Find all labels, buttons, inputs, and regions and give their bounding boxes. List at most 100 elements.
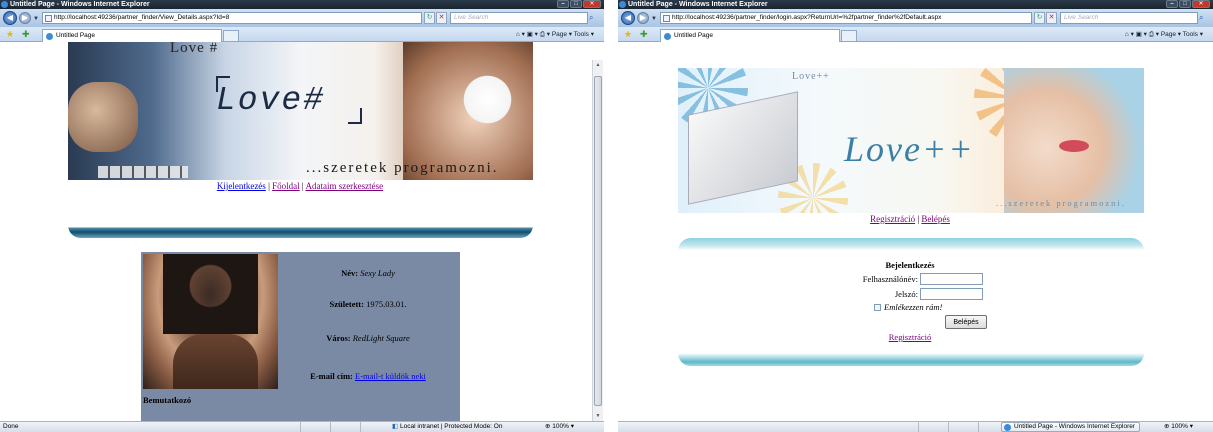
banner-tagline: ...szeretek programozni. — [996, 198, 1126, 208]
print-icon[interactable]: ⎙ ▾ — [1149, 31, 1159, 38]
feeds-icon[interactable]: ▣ ▾ — [527, 31, 538, 38]
address-bar[interactable]: http://localhost:49236/partner_finder/Vi… — [42, 12, 422, 24]
profile-born-row: Született: 1975.03.01. — [278, 299, 458, 309]
zoom-level: 100% — [552, 423, 569, 430]
zoom-dropdown-icon: ▾ — [1189, 423, 1193, 430]
back-button[interactable]: ◀ — [3, 11, 17, 25]
scroll-down-arrow[interactable]: ▼ — [593, 411, 603, 421]
zoom-control[interactable]: ⊕ 100% ▾ — [1164, 422, 1193, 432]
home-link[interactable]: Főoldal — [272, 181, 300, 191]
stop-button[interactable]: ✕ — [436, 12, 447, 24]
search-icon[interactable]: ⌕ — [1199, 13, 1203, 23]
address-bar[interactable]: http://localhost:49236/partner_finder/lo… — [660, 12, 1032, 24]
tab-untitled-page[interactable]: Untitled Page — [660, 29, 840, 42]
add-favorites-icon[interactable]: ✚ — [22, 29, 30, 39]
page-icon — [663, 15, 670, 22]
refresh-button[interactable]: ↻ — [1034, 12, 1045, 24]
zoom-icon: ⊕ — [545, 423, 551, 430]
taskbar-item-label: Untitled Page - Windows Internet Explore… — [1014, 423, 1136, 430]
zone-text: Local intranet | Protected Mode: On — [399, 423, 503, 430]
banner-logo: Love++ — [844, 129, 975, 169]
page-content: Love # Love# ...szeretek programozni. Ki… — [0, 42, 604, 432]
favorites-star-icon[interactable]: ★ — [6, 29, 14, 39]
zoom-icon: ⊕ — [1164, 423, 1170, 430]
page-tools-menu[interactable]: Page ▾ Tools ▾ — [552, 31, 594, 38]
command-bar[interactable]: ⌂ ▾ ▣ ▾ ⎙ ▾ Page ▾ Tools ▾ — [1125, 29, 1203, 40]
intro-heading: Bemutatkozó — [143, 395, 192, 405]
logout-link[interactable]: Kijelentkezés — [217, 181, 266, 191]
status-divider — [330, 422, 331, 432]
status-divider — [948, 422, 949, 432]
command-bar[interactable]: ⌂ ▾ ▣ ▾ ⎙ ▾ Page ▾ Tools ▾ — [516, 29, 594, 40]
page-tools-menu[interactable]: Page ▾ Tools ▾ — [1161, 31, 1203, 38]
banner-logo: Love# — [216, 82, 326, 119]
stop-button[interactable]: ✕ — [1046, 12, 1057, 24]
window-controls: – □ ✕ — [557, 0, 601, 9]
city-value: RedLight Square — [352, 333, 410, 343]
login-button[interactable]: Belépés — [945, 315, 987, 329]
forward-button[interactable]: ▶ — [19, 12, 31, 24]
edit-profile-link[interactable]: Adataim szerkesztése — [305, 181, 383, 191]
intranet-icon: ◧ — [392, 423, 399, 430]
send-email-link[interactable]: E-mail-t küldök neki — [355, 371, 426, 381]
browser-window-view-details: Untitled Page - Windows Internet Explore… — [0, 0, 604, 432]
refresh-button[interactable]: ↻ — [424, 12, 435, 24]
profile-card: Név: Sexy Lady Született: 1975.03.01. Vá… — [141, 252, 460, 432]
favorites-star-icon[interactable]: ★ — [624, 29, 632, 39]
status-bar: Untitled Page - Windows Internet Explore… — [618, 421, 1213, 432]
login-link[interactable]: Belépés — [921, 214, 950, 224]
top-nav-links: Regisztráció | Belépés — [618, 214, 1202, 224]
title-bar[interactable]: Untitled Page - Windows Internet Explore… — [0, 0, 604, 9]
ie-taskbar-icon — [1004, 424, 1011, 431]
history-dropdown-icon[interactable]: ▼ — [33, 16, 39, 22]
print-icon[interactable]: ⎙ ▾ — [540, 31, 550, 38]
register-link[interactable]: Regisztráció — [870, 214, 915, 224]
banner-keyboard-image — [98, 166, 188, 178]
profile-email-row: E-mail cím: E-mail-t küldök neki — [278, 371, 458, 381]
scroll-thumb[interactable] — [594, 76, 602, 406]
photo-top — [173, 334, 258, 389]
scroll-up-arrow[interactable]: ▲ — [593, 60, 603, 70]
ie-icon — [1, 1, 8, 8]
minimize-button[interactable]: – — [557, 0, 569, 8]
city-label: Város: — [326, 333, 351, 343]
banner-tagline: ...szeretek programozni. — [306, 160, 499, 176]
password-input[interactable] — [920, 288, 983, 300]
email-label: E-mail cím: — [310, 371, 353, 381]
history-dropdown-icon[interactable]: ▼ — [651, 16, 657, 22]
feeds-icon[interactable]: ▣ ▾ — [1136, 31, 1147, 38]
register-bottom-link[interactable]: Regisztráció — [889, 332, 931, 342]
close-button[interactable]: ✕ — [583, 0, 601, 8]
password-label: Jelszó: — [894, 289, 918, 299]
new-tab-button[interactable] — [223, 30, 239, 42]
forward-button[interactable]: ▶ — [637, 12, 649, 24]
search-input[interactable]: Live Search — [1060, 12, 1198, 24]
tab-label: Untitled Page — [674, 32, 714, 39]
love-sharp-banner: Love # Love# ...szeretek programozni. — [68, 42, 533, 180]
search-icon[interactable]: ⌕ — [589, 13, 593, 23]
back-button[interactable]: ◀ — [621, 11, 635, 25]
window-title: Untitled Page - Windows Internet Explore… — [628, 1, 768, 8]
minimize-button[interactable]: – — [1166, 0, 1178, 8]
zoom-level: 100% — [1171, 423, 1188, 430]
security-zone[interactable]: ◧ Local intranet | Protected Mode: On — [392, 422, 502, 432]
maximize-button[interactable]: □ — [570, 0, 582, 8]
username-input[interactable] — [920, 273, 983, 285]
zoom-control[interactable]: ⊕ 100% ▾ — [545, 422, 574, 432]
home-icon[interactable]: ⌂ ▾ — [516, 31, 525, 38]
vertical-scrollbar[interactable]: ▲ ▼ — [592, 60, 603, 421]
new-tab-button[interactable] — [841, 30, 857, 42]
search-input[interactable]: Live Search — [450, 12, 588, 24]
ie-tab-icon — [664, 33, 671, 40]
banner-small-title: Love++ — [792, 71, 830, 82]
browser-window-login: Untitled Page - Windows Internet Explore… — [618, 0, 1213, 432]
home-icon[interactable]: ⌂ ▾ — [1125, 31, 1134, 38]
title-bar[interactable]: Untitled Page - Windows Internet Explore… — [618, 0, 1213, 9]
remember-me-checkbox[interactable] — [874, 304, 881, 311]
taskbar-item[interactable]: Untitled Page - Windows Internet Explore… — [1001, 422, 1141, 432]
add-favorites-icon[interactable]: ✚ — [640, 29, 648, 39]
tab-untitled-page[interactable]: Untitled Page — [42, 29, 222, 42]
status-divider — [918, 422, 919, 432]
close-button[interactable]: ✕ — [1192, 0, 1210, 8]
maximize-button[interactable]: □ — [1179, 0, 1191, 8]
